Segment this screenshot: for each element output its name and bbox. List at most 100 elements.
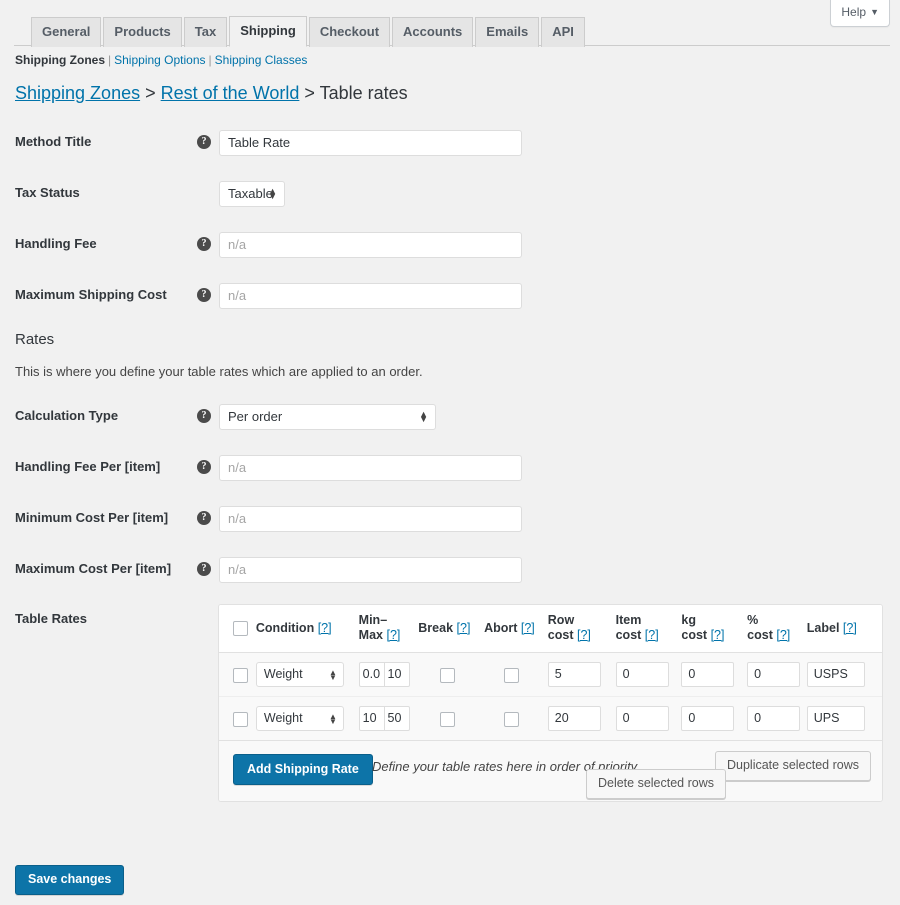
column-help-link-label[interactable]: [?] bbox=[843, 621, 857, 635]
cell-break bbox=[414, 696, 481, 740]
min-input[interactable]: 0.0 bbox=[358, 662, 385, 687]
column-header-line2: cost bbox=[615, 628, 642, 642]
input-maximum-shipping-cost[interactable]: n/a bbox=[219, 283, 522, 309]
breadcrumb-link-zone[interactable]: Rest of the World bbox=[161, 83, 300, 103]
cell-abort bbox=[480, 696, 544, 740]
select-arrows-icon: ▲ ▼ bbox=[419, 409, 428, 424]
column-header-item_cost: Item cost [?] bbox=[611, 605, 678, 653]
subnav-item-shipping-options[interactable]: Shipping Options bbox=[114, 53, 205, 67]
cell-label: UPS bbox=[802, 696, 882, 740]
cell-min-max: 10 50 bbox=[354, 696, 415, 740]
table-rates-panel: Condition [?] Min– Max [?] Break [?] Abort [… bbox=[218, 604, 883, 802]
delete-selected-rows-button[interactable]: Delete selected rows bbox=[585, 769, 726, 799]
row-select-checkbox[interactable] bbox=[233, 711, 248, 727]
breadcrumb-link-shipping-zones[interactable]: Shipping Zones bbox=[15, 83, 140, 103]
input-handling-fee-per-item[interactable]: n/a bbox=[219, 455, 522, 481]
help-tip-icon[interactable]: ? bbox=[197, 511, 211, 525]
field-row-minimum-cost-per-item: Minimum Cost Per [item]? n/a bbox=[15, 506, 885, 532]
tab-api[interactable]: API bbox=[541, 17, 585, 47]
cell-item-cost: 0 bbox=[611, 696, 678, 740]
row-cost-input[interactable]: 20 bbox=[547, 706, 601, 731]
help-tip-icon[interactable]: ? bbox=[197, 460, 211, 474]
column-help-link-break[interactable]: [?] bbox=[457, 621, 471, 635]
cell-item-cost: 0 bbox=[611, 652, 678, 697]
table-footer: Add Shipping Rate Define your table rate… bbox=[219, 740, 882, 801]
tab-emails[interactable]: Emails bbox=[475, 17, 540, 47]
cell-abort bbox=[480, 652, 544, 697]
row-select-checkbox[interactable] bbox=[233, 667, 248, 683]
pct-cost-input[interactable]: 0 bbox=[747, 662, 801, 687]
help-tip-icon[interactable]: ? bbox=[197, 562, 211, 576]
cell-condition: Weight ▲ ▼ bbox=[251, 696, 355, 740]
tab-general[interactable]: General bbox=[31, 17, 102, 47]
save-changes-button[interactable]: Save changes bbox=[15, 865, 125, 895]
input-minimum-cost-per-item[interactable]: n/a bbox=[219, 506, 522, 532]
condition-select[interactable]: Weight ▲ ▼ bbox=[255, 706, 344, 731]
max-input[interactable]: 10 bbox=[384, 662, 411, 687]
cell-kg-cost: 0 bbox=[677, 652, 744, 697]
breadcrumb-separator-2: > bbox=[304, 83, 315, 103]
input-method-title[interactable]: Table Rate bbox=[219, 130, 522, 156]
max-input[interactable]: 50 bbox=[384, 706, 411, 731]
row-cost-input[interactable]: 5 bbox=[547, 662, 601, 687]
column-header-line1: Row bbox=[547, 613, 575, 627]
help-tip-icon[interactable]: ? bbox=[197, 135, 211, 149]
field-row-handling-fee-per-item: Handling Fee Per [item]? n/a bbox=[15, 455, 885, 481]
input-maximum-cost-per-item[interactable]: n/a bbox=[219, 557, 522, 583]
select-arrows-icon: ▲ ▼ bbox=[328, 667, 337, 682]
break-checkbox[interactable] bbox=[439, 667, 455, 683]
table-body: Weight ▲ ▼ 0.0 10 5 0 0 0 USPS Weight ▲ ▼ 10 50 20 0 0 0 UP… bbox=[219, 652, 882, 740]
duplicate-selected-rows-button[interactable]: Duplicate selected rows bbox=[714, 751, 871, 781]
tab-shipping[interactable]: Shipping bbox=[229, 16, 307, 47]
table-row: Weight ▲ ▼ 0.0 10 5 0 0 0 USPS bbox=[219, 652, 882, 697]
column-help-link-item_cost[interactable]: [?] bbox=[645, 628, 659, 642]
tab-checkout[interactable]: Checkout bbox=[308, 17, 391, 47]
column-header-line1: % bbox=[747, 613, 759, 627]
select-calculation-type[interactable]: Per order ▲ ▼ bbox=[219, 404, 436, 430]
cell-kg-cost: 0 bbox=[677, 696, 744, 740]
column-help-link-row_cost[interactable]: [?] bbox=[577, 628, 591, 642]
subnav-item-shipping-classes[interactable]: Shipping Classes bbox=[215, 53, 308, 67]
label-input[interactable]: USPS bbox=[806, 662, 865, 687]
column-header-label: Label bbox=[806, 620, 840, 635]
column-help-link-abort[interactable]: [?] bbox=[521, 621, 535, 635]
field-row-handling-fee: Handling Fee? n/a bbox=[15, 232, 885, 258]
select-all-checkbox[interactable] bbox=[233, 620, 248, 636]
help-tip-icon[interactable]: ? bbox=[197, 409, 211, 423]
kg-cost-input[interactable]: 0 bbox=[681, 662, 735, 687]
help-tip-icon[interactable]: ? bbox=[197, 237, 211, 251]
abort-checkbox[interactable] bbox=[504, 711, 520, 727]
select-tax-status[interactable]: Taxable ▲ ▼ bbox=[219, 181, 285, 207]
item-cost-input[interactable]: 0 bbox=[615, 706, 669, 731]
tab-tax[interactable]: Tax bbox=[183, 17, 228, 47]
field-row-tax-status: Tax Status Taxable ▲ ▼ bbox=[15, 181, 885, 207]
condition-value: Weight bbox=[263, 667, 303, 681]
tab-products[interactable]: Products bbox=[103, 17, 182, 47]
condition-select[interactable]: Weight ▲ ▼ bbox=[255, 662, 344, 687]
rates-section-title: Rates bbox=[15, 331, 55, 348]
input-handling-fee[interactable]: n/a bbox=[219, 232, 522, 258]
column-header-break: Break [?] bbox=[414, 605, 481, 653]
column-help-link-pct_cost[interactable]: [?] bbox=[776, 628, 790, 642]
breadcrumb-separator: > bbox=[145, 83, 156, 103]
item-cost-input[interactable]: 0 bbox=[615, 662, 669, 687]
column-header-label: Condition bbox=[255, 620, 315, 635]
label-input[interactable]: UPS bbox=[806, 706, 865, 731]
min-input[interactable]: 10 bbox=[358, 706, 385, 731]
column-help-link-kg_cost[interactable]: [?] bbox=[711, 628, 725, 642]
field-label-handling-fee: Handling Fee bbox=[15, 236, 97, 251]
pct-cost-input[interactable]: 0 bbox=[747, 706, 801, 731]
tab-accounts[interactable]: Accounts bbox=[392, 17, 474, 47]
column-header-line2: cost bbox=[681, 628, 708, 642]
help-tip-icon[interactable]: ? bbox=[197, 288, 211, 302]
abort-checkbox[interactable] bbox=[504, 667, 520, 683]
column-header-condition: Condition [?] bbox=[251, 605, 355, 653]
column-help-link-minmax[interactable]: [?] bbox=[386, 628, 400, 642]
breadcrumb-current: Table rates bbox=[319, 83, 408, 103]
select-value: Taxable bbox=[228, 186, 273, 201]
break-checkbox[interactable] bbox=[439, 711, 455, 727]
add-shipping-rate-button[interactable]: Add Shipping Rate bbox=[233, 754, 373, 785]
column-header-line1: Min– bbox=[358, 613, 388, 627]
column-help-link-condition[interactable]: [?] bbox=[318, 621, 332, 635]
kg-cost-input[interactable]: 0 bbox=[681, 706, 735, 731]
